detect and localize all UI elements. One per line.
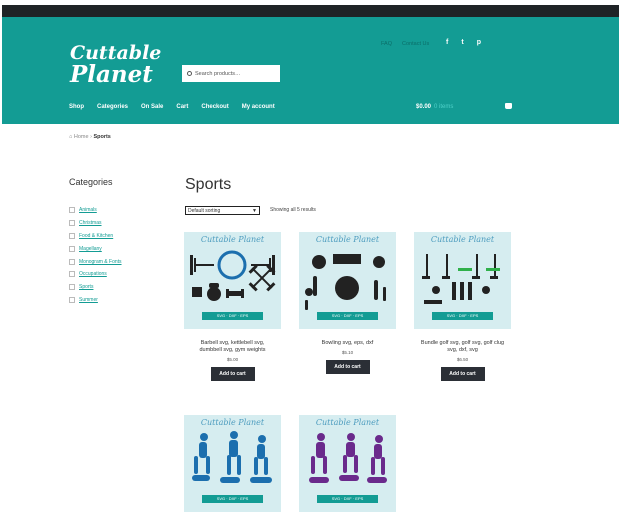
add-to-cart-button[interactable]: Add to cart <box>440 367 485 381</box>
sort-select[interactable]: Default sorting ▼ <box>185 206 260 215</box>
top-links: FAQ Contact Us <box>381 41 429 47</box>
product-image[interactable]: Cuttable Planet SVG · DXF · EPS <box>299 232 396 329</box>
result-count: Showing all 5 results <box>270 207 316 213</box>
product-image-ribbon: SVG · DXF · EPS <box>317 312 378 320</box>
breadcrumb-separator: › <box>90 134 92 140</box>
search-input[interactable]: Search products… <box>182 65 280 82</box>
main-nav: Shop Categories On Sale Cart Checkout My… <box>69 104 275 110</box>
nav-item-categories[interactable]: Categories <box>97 104 128 110</box>
home-icon: ⌂ <box>69 134 73 140</box>
category-item-magellany[interactable]: Magellany <box>69 242 122 255</box>
product-title[interactable]: Bowling svg, eps, dxf <box>299 340 396 347</box>
breadcrumb-home[interactable]: Home <box>74 134 89 140</box>
category-item-christmas[interactable]: Christmas <box>69 217 122 230</box>
product-card: Cuttable Planet SVG · DXF · EPS Bundle g… <box>414 232 511 381</box>
checkbox-icon <box>69 207 75 214</box>
sidebar-title: Categories <box>69 177 113 187</box>
category-label: Summer <box>79 296 98 303</box>
sort-selected-value: Default sorting <box>188 207 221 214</box>
top-link-contact[interactable]: Contact Us <box>402 41 429 47</box>
social-links: f t p <box>446 39 481 46</box>
category-item-summer[interactable]: Summer <box>69 294 122 307</box>
facebook-icon[interactable]: f <box>446 39 448 46</box>
twitter-icon[interactable]: t <box>461 39 463 46</box>
nav-item-on-sale[interactable]: On Sale <box>141 104 163 110</box>
product-image-ribbon: SVG · DXF · EPS <box>432 312 493 320</box>
category-list: Animals Christmas Food & Kitchen Magella… <box>69 204 122 306</box>
product-title[interactable]: Bundle golf svg, golf svg, golf clug svg… <box>414 340 511 354</box>
category-item-monogram-fonts[interactable]: Monogram & Fonts <box>69 255 122 268</box>
category-item-food-kitchen[interactable]: Food & Kitchen <box>69 230 122 243</box>
product-title[interactable]: Barbell svg, kettlebell svg, dumbbell sv… <box>184 340 281 354</box>
checkbox-icon <box>69 245 75 252</box>
category-label: Magellany <box>79 245 102 252</box>
product-image-ribbon: SVG · DXF · EPS <box>202 495 263 503</box>
search-icon <box>187 71 192 76</box>
checkbox-icon <box>69 284 75 291</box>
breadcrumb: ⌂ Home › Sports <box>69 134 111 140</box>
product-card: Cuttable Planet SVG · DXF · EPS <box>184 415 281 512</box>
top-bar <box>2 5 619 17</box>
nav-item-cart[interactable]: Cart <box>176 104 188 110</box>
product-title-line: Barbell svg, kettlebell svg, <box>200 340 265 346</box>
checkbox-icon <box>69 258 75 265</box>
cart-items-count: 0 items <box>434 104 454 110</box>
chevron-down-icon: ▼ <box>252 207 257 214</box>
product-price: $6.50 <box>456 357 469 362</box>
basket-icon[interactable] <box>505 103 512 109</box>
category-label: Christmas <box>79 220 102 227</box>
product-image[interactable]: Cuttable Planet SVG · DXF · EPS <box>299 415 396 512</box>
category-label: Occupations <box>79 271 107 278</box>
category-label: Animals <box>79 207 97 214</box>
checkbox-icon <box>69 220 75 227</box>
checkbox-icon <box>69 296 75 303</box>
product-title-line: Bundle golf svg, golf svg, golf clug <box>420 340 505 346</box>
product-card: Cuttable Planet SVG · DXF · EPS Bowling … <box>299 232 396 374</box>
breadcrumb-current: Sports <box>93 134 111 140</box>
product-image-ribbon: SVG · DXF · EPS <box>317 495 378 503</box>
product-card: Cuttable Planet SVG · DXF · EPS Barbell … <box>184 232 281 381</box>
cart-amount: $0.00 <box>416 104 432 110</box>
product-image[interactable]: Cuttable Planet SVG · DXF · EPS <box>414 232 511 329</box>
header-cart[interactable]: $0.00 0 items <box>416 104 453 110</box>
product-price: $5.10 <box>341 350 354 355</box>
checkbox-icon <box>69 271 75 278</box>
checkbox-icon <box>69 232 75 239</box>
category-label: Monogram & Fonts <box>79 258 122 265</box>
product-card: Cuttable Planet SVG · DXF · EPS <box>299 415 396 512</box>
product-title-line: Bowling svg, eps, dxf <box>321 340 374 346</box>
logo-line-2: Planet <box>70 61 153 88</box>
pinterest-icon[interactable]: p <box>477 39 481 46</box>
page-title: Sports <box>185 176 232 193</box>
site-logo[interactable]: Cuttable Planet <box>70 42 161 86</box>
nav-item-my-account[interactable]: My account <box>242 104 275 110</box>
add-to-cart-button[interactable]: Add to cart <box>210 367 255 381</box>
category-item-animals[interactable]: Animals <box>69 204 122 217</box>
product-title-line: dumbbell svg, gym weights <box>199 347 266 353</box>
product-image-ribbon: SVG · DXF · EPS <box>202 312 263 320</box>
category-item-sports[interactable]: Sports <box>69 281 122 294</box>
top-link-faq[interactable]: FAQ <box>381 41 392 47</box>
category-label: Sports <box>79 284 94 291</box>
nav-item-checkout[interactable]: Checkout <box>201 104 228 110</box>
category-item-occupations[interactable]: Occupations <box>69 268 122 281</box>
product-image[interactable]: Cuttable Planet SVG · DXF · EPS <box>184 415 281 512</box>
search-placeholder: Search products… <box>195 70 241 77</box>
add-to-cart-button[interactable]: Add to cart <box>325 360 370 374</box>
nav-item-shop[interactable]: Shop <box>69 104 84 110</box>
category-label: Food & Kitchen <box>79 232 114 239</box>
product-image[interactable]: Cuttable Planet SVG · DXF · EPS <box>184 232 281 329</box>
product-title-line: svg, dxf, svg <box>447 347 478 353</box>
product-price: $5.00 <box>226 357 239 362</box>
